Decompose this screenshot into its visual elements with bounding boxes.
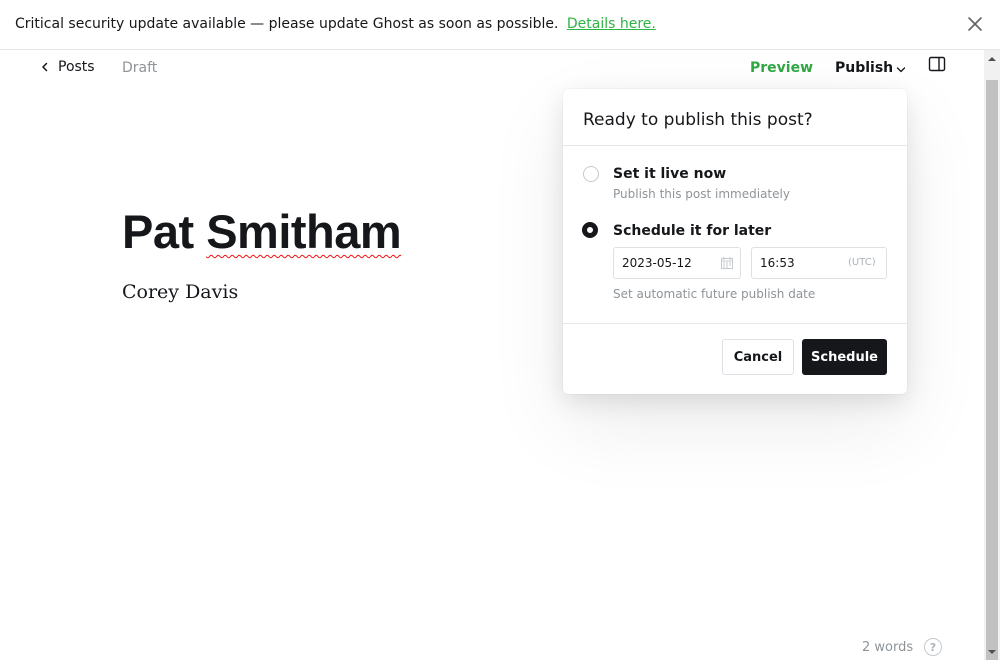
schedule-time-input[interactable]: 16:53 (UTC)	[751, 247, 887, 279]
scroll-up-arrow-icon[interactable]	[987, 55, 997, 63]
radio-schedule-later[interactable]	[582, 222, 598, 238]
post-title[interactable]: Pat Smitham	[122, 204, 402, 259]
radio-publish-now[interactable]	[583, 166, 599, 182]
timezone-label: (UTC)	[848, 257, 876, 268]
option-publish-now-label[interactable]: Set it live now	[613, 166, 726, 182]
details-link[interactable]: Details here.	[567, 16, 656, 32]
word-count: 2 words	[862, 640, 914, 655]
publish-menu-button[interactable]: Publish	[835, 60, 906, 76]
posts-label: Posts	[58, 59, 95, 75]
post-title-misspelled: Smitham	[206, 205, 402, 258]
publish-dropdown-header: Ready to publish this post?	[563, 89, 907, 146]
publish-dropdown-title: Ready to publish this post?	[583, 110, 813, 130]
help-button[interactable]: ?	[924, 638, 942, 656]
dropdown-divider	[563, 323, 907, 324]
publish-dropdown: Ready to publish this post? Set it live …	[563, 89, 907, 394]
schedule-date-input[interactable]: 2023-05-12	[613, 247, 741, 279]
schedule-date-value: 2023-05-12	[622, 256, 692, 270]
publish-label: Publish	[835, 60, 894, 76]
option-schedule-later-description: Set automatic future publish date	[613, 287, 816, 301]
chevron-down-icon	[897, 66, 906, 72]
security-banner: Critical security update available — ple…	[0, 0, 1000, 50]
preview-button[interactable]: Preview	[750, 60, 813, 76]
banner-message: Critical security update available — ple…	[15, 16, 559, 32]
post-title-first: Pat	[122, 205, 207, 258]
scroll-down-arrow-icon[interactable]	[987, 648, 997, 656]
chevron-left-icon	[42, 62, 48, 72]
banner-message-container: Critical security update available — ple…	[15, 16, 656, 32]
option-publish-now-description: Publish this post immediately	[613, 187, 790, 201]
post-body[interactable]: Corey Davis	[122, 281, 238, 303]
sidebar-toggle-icon[interactable]	[928, 56, 946, 72]
close-icon[interactable]	[966, 15, 984, 33]
option-schedule-later-label[interactable]: Schedule it for later	[613, 223, 771, 239]
cancel-button[interactable]: Cancel	[722, 339, 794, 375]
post-status: Draft	[122, 60, 158, 76]
scroll-thumb[interactable]	[986, 80, 998, 660]
calendar-icon[interactable]	[721, 257, 733, 269]
scrollbar[interactable]	[984, 50, 1000, 660]
back-to-posts-link[interactable]: Posts	[40, 59, 95, 75]
schedule-button[interactable]: Schedule	[802, 339, 887, 375]
schedule-time-value: 16:53	[760, 256, 795, 270]
